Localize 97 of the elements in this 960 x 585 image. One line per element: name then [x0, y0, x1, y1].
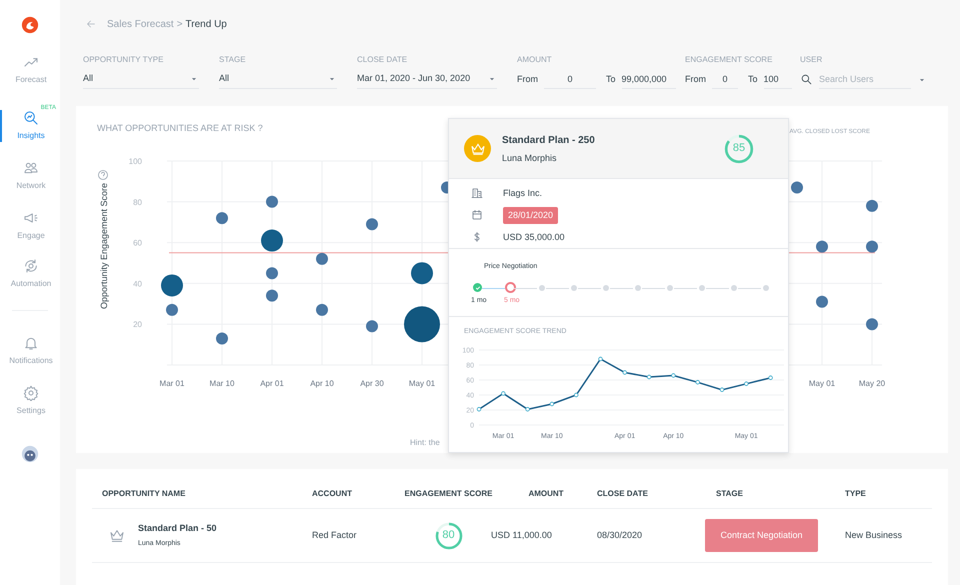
sidebar-item[interactable]: Notifications: [0, 335, 60, 367]
from-label: From: [517, 72, 538, 86]
column-header: OPPORTUNITY NAME: [102, 488, 186, 500]
axis-tick-label: May 20: [858, 379, 886, 388]
filter-label: OPPORTUNITY TYPE: [83, 54, 164, 65]
table-cell-text: 08/30/2020: [597, 529, 644, 542]
axis-tick-label: 40: [133, 280, 142, 289]
search-icon: [800, 73, 813, 86]
axis-tick-label: May 01: [808, 379, 836, 388]
axis-tick-label: Mar 01: [160, 379, 184, 388]
avatar-icon: [21, 445, 39, 463]
logo-icon: [21, 16, 39, 34]
search-field[interactable]: Search Users: [819, 70, 911, 89]
axis-tick-label: Apr 30: [360, 379, 384, 388]
sidebar-item[interactable]: Network: [0, 160, 60, 192]
opportunity-title: Standard Plan - 250: [502, 134, 596, 148]
bubble: [866, 200, 878, 212]
bubble: [816, 241, 828, 254]
breadcrumb-current: Trend Up: [186, 18, 227, 32]
column-header: ENGAGEMENT SCORE: [403, 488, 494, 500]
filter-label: STAGE: [219, 54, 247, 65]
bubble: [866, 241, 878, 254]
dropdown[interactable]: All: [219, 70, 337, 89]
bubble: [411, 262, 433, 285]
owner-name: Luna Morphis: [502, 152, 558, 165]
column-header: CLOSE DATE: [597, 488, 649, 500]
crown-icon: [464, 135, 491, 162]
input-field[interactable]: 100: [764, 70, 792, 89]
axis-tick-label: May 01: [408, 379, 436, 388]
bell-icon: [23, 335, 39, 351]
axis-title: Opportunity Engagement Score: [99, 183, 109, 310]
score-ring: 85: [723, 132, 755, 165]
bubble: [316, 253, 328, 266]
dropdown[interactable]: All: [83, 70, 199, 89]
axis-tick-label: 100: [128, 157, 142, 166]
bubble: [366, 320, 378, 333]
column-header: AMOUNT: [527, 488, 565, 500]
bubble: [161, 274, 183, 297]
bubble: [791, 182, 803, 194]
amount-value: USD 35,000.00: [503, 230, 565, 244]
input-field[interactable]: 0: [712, 70, 738, 89]
search-chart-icon: [23, 110, 39, 126]
axis-tick-label: 20: [133, 320, 142, 330]
hint-text: Hint: the: [410, 438, 440, 448]
bubble: [166, 304, 178, 316]
people-icon: [23, 160, 39, 176]
opportunity-name: Standard Plan - 50: [138, 522, 217, 536]
table-cell-text: Red Factor: [312, 529, 358, 542]
from-label: From: [685, 72, 706, 86]
axis-tick-label: Apr 01: [260, 379, 284, 388]
score-ring: 80: [434, 520, 464, 551]
back-arrow-icon: [85, 18, 97, 30]
dropdown[interactable]: Mar 01, 2020 - Jun 30, 2020: [357, 70, 497, 89]
sidebar-item[interactable]: Engage: [0, 210, 60, 242]
sidebar-item[interactable]: Automation: [0, 258, 60, 290]
bubble: [866, 318, 878, 331]
input-field[interactable]: 0: [544, 70, 596, 89]
stage-badge: Contract Negotiation: [705, 519, 818, 552]
bubble: [266, 268, 278, 280]
calendar-icon: [471, 209, 483, 222]
bubble: [816, 296, 828, 308]
building-icon: [471, 187, 483, 200]
table-cell-text: New Business: [844, 529, 904, 542]
column-header: ACCOUNT: [312, 488, 353, 500]
breadcrumb-separator: >: [176, 18, 183, 32]
sidebar-item[interactable]: Settings: [0, 385, 60, 417]
cycle-gear-icon: [23, 258, 39, 274]
table-cell-text: USD 11,000.00: [491, 529, 553, 542]
account-name: Flags Inc.: [503, 186, 542, 200]
sidebar-item[interactable]: Forecast: [0, 54, 60, 86]
date-badge: 28/01/2020: [503, 206, 558, 224]
axis-tick-label: 60: [133, 239, 142, 248]
to-label: To: [606, 72, 616, 86]
axis-tick-label: Apr 10: [310, 379, 334, 388]
filter-label: ENGAGEMENT SCORE: [685, 54, 774, 65]
bubble: [216, 212, 228, 225]
input-field[interactable]: 99,000,000: [622, 70, 676, 89]
filter-label: AMOUNT: [517, 54, 553, 65]
axis-tick-label: 80: [133, 198, 142, 208]
column-header: STAGE: [715, 488, 744, 500]
bubble: [261, 230, 283, 252]
breadcrumb-link[interactable]: Sales Forecast: [107, 16, 174, 32]
to-label: To: [748, 72, 758, 86]
chart-title: WHAT OPPORTUNITIES ARE AT RISK ?: [97, 122, 263, 136]
filter-label: USER: [800, 54, 824, 65]
bubble: [366, 218, 378, 231]
crown-icon: [109, 528, 125, 544]
bubble: [404, 306, 440, 343]
column-header: TYPE: [844, 488, 867, 500]
settings-icon: [23, 385, 39, 401]
help-icon: [98, 170, 108, 180]
axis-tick-label: Mar 10: [210, 379, 234, 388]
bubble: [266, 196, 278, 208]
bubble: [216, 332, 228, 345]
bubble: [316, 304, 328, 316]
filter-label: CLOSE DATE: [357, 54, 408, 65]
bubble: [266, 290, 278, 302]
